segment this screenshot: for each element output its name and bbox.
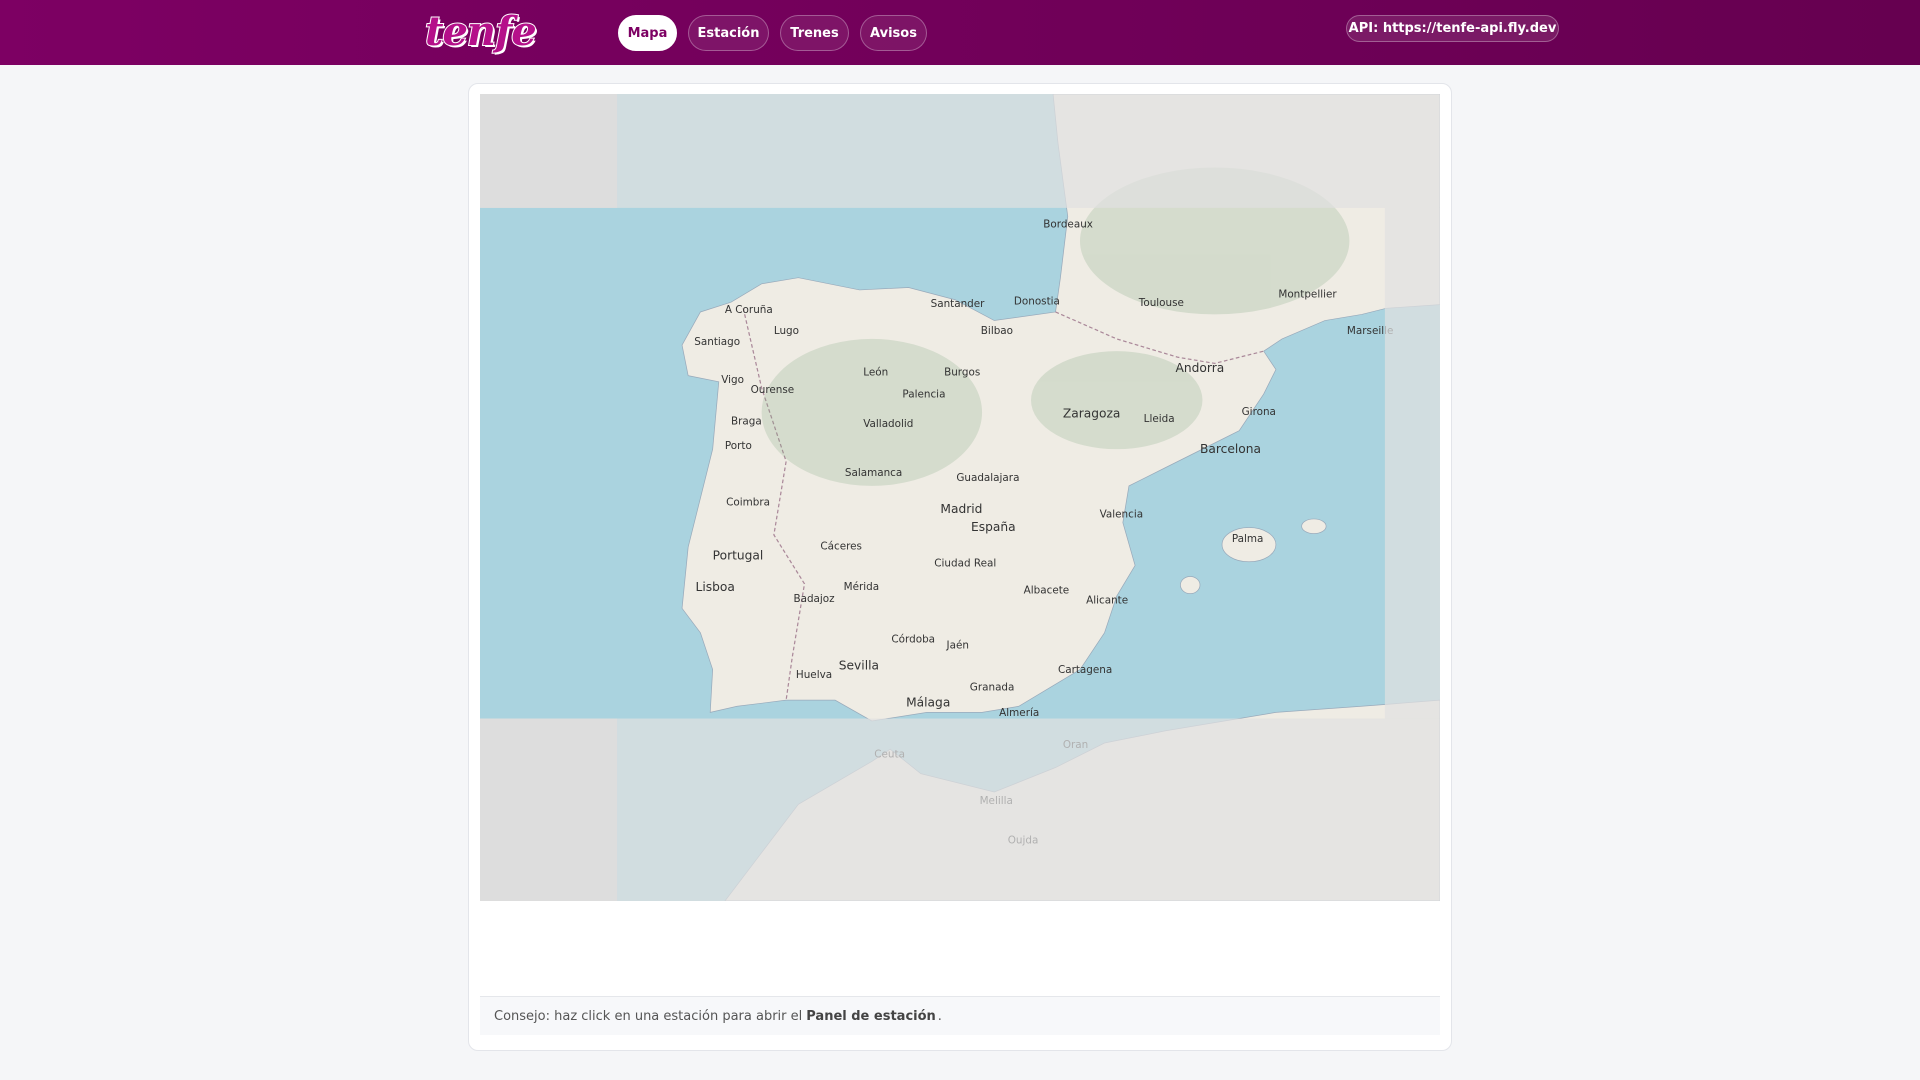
svg-text:Zaragoza: Zaragoza [1063,406,1121,420]
svg-text:España: España [971,520,1016,534]
svg-text:Lisboa: Lisboa [696,580,735,594]
svg-text:Girona: Girona [1242,406,1276,418]
svg-text:Lleida: Lleida [1144,413,1175,425]
svg-text:Toulouse: Toulouse [1138,297,1184,309]
svg-text:Alicante: Alicante [1086,594,1128,606]
svg-text:Andorra: Andorra [1176,361,1225,375]
svg-text:Cartagena: Cartagena [1058,664,1112,676]
svg-text:Palencia: Palencia [902,389,945,401]
svg-text:Valencia: Valencia [1100,509,1143,521]
top-bar: tenfe Mapa Estación Trenes Avisos API: h… [0,0,1920,65]
tip-bar: Consejo: haz click en una estación para … [480,996,1440,1035]
map-view[interactable]: Bordeaux Toulouse Montpellier Marseille A C… [480,94,1440,901]
svg-text:Salamanca: Salamanca [845,467,902,479]
svg-text:Albacete: Albacete [1024,585,1070,597]
svg-text:Donostia: Donostia [1014,296,1060,308]
svg-text:Montpellier: Montpellier [1278,288,1337,300]
svg-text:Jaén: Jaén [946,640,969,652]
nav-avisos[interactable]: Avisos [860,15,927,51]
svg-text:Palma: Palma [1232,533,1264,545]
svg-text:Ourense: Ourense [751,384,795,396]
svg-text:Badajoz: Badajoz [793,593,834,605]
tip-text: Consejo: haz click en una estación para … [494,1008,803,1024]
svg-text:Málaga: Málaga [906,695,950,709]
svg-text:A Coruña: A Coruña [725,304,773,316]
svg-text:Valladolid: Valladolid [863,418,913,430]
nav-estacion[interactable]: Estación [688,15,769,51]
svg-text:Sevilla: Sevilla [839,659,879,673]
svg-text:Braga: Braga [731,416,762,428]
nav-trenes[interactable]: Trenes [780,15,849,51]
svg-text:Bilbao: Bilbao [981,325,1013,337]
svg-text:Coimbra: Coimbra [726,496,770,508]
svg-text:Burgos: Burgos [944,367,980,379]
api-link[interactable]: API: https://tenfe-api.fly.dev [1346,15,1559,42]
tip-strong: Panel de estación [806,1008,936,1024]
svg-text:Córdoba: Córdoba [891,634,935,646]
svg-text:Cáceres: Cáceres [820,541,862,553]
svg-text:Santander: Santander [931,298,986,310]
svg-text:Bordeaux: Bordeaux [1043,218,1093,230]
svg-text:Ciudad Real: Ciudad Real [934,558,996,570]
svg-text:Portugal: Portugal [713,548,764,562]
svg-text:Barcelona: Barcelona [1200,442,1261,456]
svg-text:Mérida: Mérida [844,581,879,593]
svg-text:Vigo: Vigo [721,374,744,386]
svg-text:Huelva: Huelva [796,669,832,681]
svg-text:Madrid: Madrid [940,502,982,516]
svg-text:Granada: Granada [970,681,1015,693]
svg-text:Almería: Almería [999,707,1039,719]
svg-text:Guadalajara: Guadalajara [956,472,1019,484]
tip-suffix: . [937,1008,942,1024]
tenfe-logo[interactable]: tenfe [424,7,538,56]
nav-mapa[interactable]: Mapa [618,15,677,51]
svg-text:Santiago: Santiago [694,336,740,348]
svg-text:Porto: Porto [725,440,752,452]
svg-text:León: León [863,367,888,379]
svg-text:Lugo: Lugo [774,325,799,337]
